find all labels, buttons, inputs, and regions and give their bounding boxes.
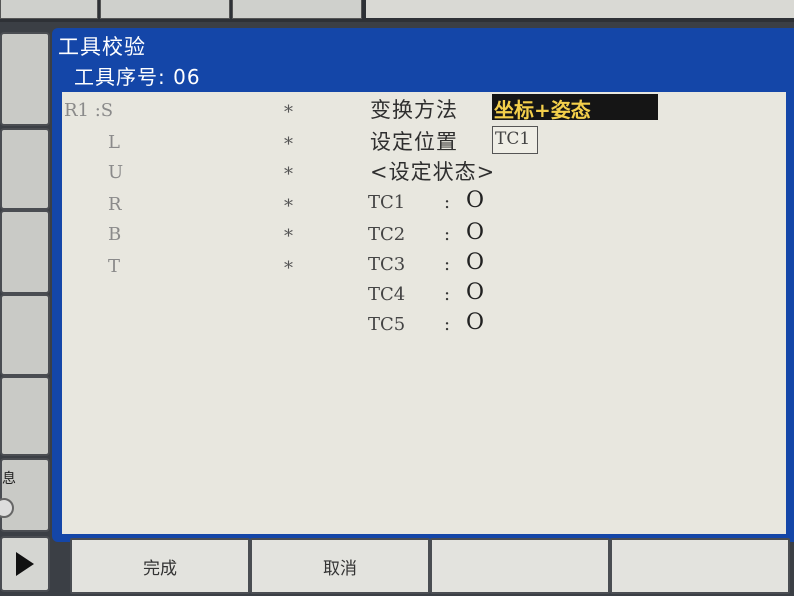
- top-menu-button-3[interactable]: [232, 0, 362, 19]
- top-menu-button-2[interactable]: [100, 0, 230, 19]
- function-key-4[interactable]: [610, 538, 790, 594]
- status-label-tc5: TC5: [368, 314, 406, 335]
- content-panel: R1 :S L U R B T * * * * * * 变换方法 坐标+姿态 设…: [62, 92, 786, 534]
- status-label-tc3: TC3: [368, 254, 406, 275]
- status-indicator-strip: [366, 0, 794, 18]
- set-position-field[interactable]: TC1: [492, 126, 538, 154]
- cancel-button-label: 取消: [323, 559, 357, 579]
- top-menu-button-1[interactable]: [0, 0, 98, 19]
- complete-button-label: 完成: [143, 559, 177, 579]
- side-key-info[interactable]: 息: [0, 458, 50, 532]
- status-sep-tc1: :: [444, 192, 451, 213]
- side-key-info-label: 息: [2, 471, 16, 487]
- conversion-method-value: 坐标+姿态: [494, 98, 591, 122]
- side-key-play[interactable]: [0, 536, 50, 592]
- status-sep-tc5: :: [444, 314, 451, 335]
- axis-label-t: T: [108, 256, 121, 277]
- side-key-2[interactable]: [0, 128, 50, 210]
- play-icon: [16, 552, 34, 576]
- function-key-3[interactable]: [430, 538, 610, 594]
- side-key-5[interactable]: [0, 376, 50, 456]
- status-label-tc1: TC1: [368, 192, 406, 213]
- conversion-method-field[interactable]: 坐标+姿态: [492, 94, 658, 122]
- axis-label-b: B: [108, 224, 122, 245]
- axis-value-s: *: [284, 102, 293, 123]
- tool-calibration-window: 工具校验 工具序号: 06 R1 :S L U R B T * * * * * …: [52, 28, 794, 542]
- complete-button[interactable]: 完成: [70, 538, 250, 594]
- tool-number-label: 工具序号: 06: [74, 65, 201, 89]
- set-status-heading: <设定状态>: [370, 160, 496, 184]
- axis-label-s: R1 :S: [64, 100, 114, 121]
- status-label-tc2: TC2: [368, 224, 406, 245]
- set-position-label: 设定位置: [370, 130, 458, 154]
- status-sep-tc3: :: [444, 254, 451, 275]
- status-value-tc3: O: [466, 250, 485, 275]
- axis-label-u: U: [108, 162, 124, 183]
- set-position-value: TC1: [495, 129, 531, 149]
- axis-value-u: *: [284, 164, 293, 185]
- status-value-tc5: O: [466, 310, 485, 335]
- conversion-method-label: 变换方法: [370, 98, 458, 122]
- cancel-button[interactable]: 取消: [250, 538, 430, 594]
- status-sep-tc4: :: [444, 284, 451, 305]
- side-key-3[interactable]: [0, 210, 50, 294]
- axis-value-b: *: [284, 226, 293, 247]
- status-label-tc4: TC4: [368, 284, 406, 305]
- radio-icon: [0, 498, 14, 518]
- axis-label-l: L: [108, 132, 120, 153]
- axis-value-r: *: [284, 196, 293, 217]
- status-sep-tc2: :: [444, 224, 451, 245]
- top-bar: [0, 0, 794, 22]
- side-key-1[interactable]: [0, 32, 50, 126]
- status-value-tc1: O: [466, 188, 485, 213]
- side-key-4[interactable]: [0, 294, 50, 376]
- window-title: 工具校验: [58, 35, 146, 59]
- axis-value-l: *: [284, 134, 293, 155]
- status-value-tc2: O: [466, 220, 485, 245]
- status-value-tc4: O: [466, 280, 485, 305]
- axis-label-r: R: [108, 194, 122, 215]
- axis-value-t: *: [284, 258, 293, 279]
